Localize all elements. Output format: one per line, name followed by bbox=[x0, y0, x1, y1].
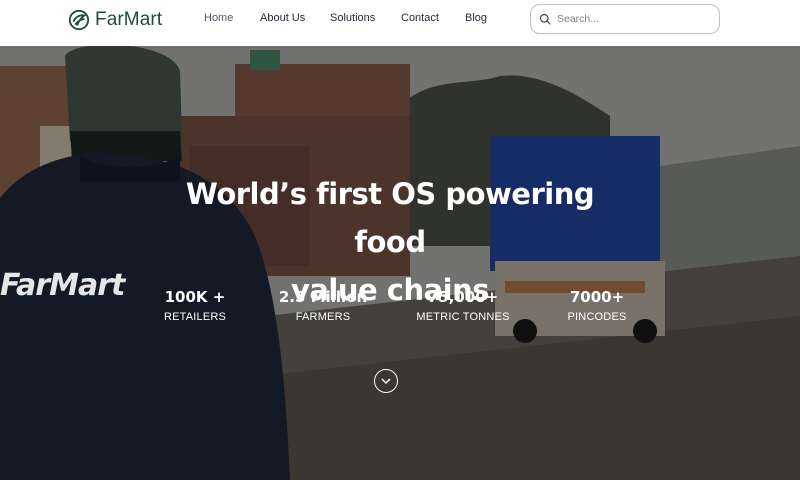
stat-value: 7000+ bbox=[569, 288, 625, 306]
stat-value: 2.5 Million bbox=[278, 288, 368, 306]
hero-title-line-1: World’s first OS powering food bbox=[185, 177, 595, 259]
stat-label: FARMERS bbox=[295, 311, 351, 323]
hero-section: FarMart World’s first OS powering food v… bbox=[0, 46, 800, 480]
stat-value: 100K + bbox=[164, 288, 226, 306]
nav-home[interactable]: Home bbox=[204, 12, 233, 24]
stat-value: 75,000+ bbox=[427, 288, 499, 306]
jacket-logo-text: FarMart bbox=[0, 268, 125, 303]
stat-label: PINCODES bbox=[567, 311, 627, 323]
stat-metric-tonnes: 75,000+ METRIC TONNES bbox=[393, 288, 533, 323]
farmart-logo-icon bbox=[68, 9, 90, 31]
search-icon bbox=[539, 13, 551, 25]
nav-contact[interactable]: Contact bbox=[401, 12, 439, 24]
search-input[interactable] bbox=[557, 13, 707, 25]
search-box[interactable] bbox=[530, 4, 720, 34]
nav-solutions[interactable]: Solutions bbox=[330, 12, 375, 24]
site-header: FarMart Home About Us Solutions Contact … bbox=[0, 0, 800, 46]
stat-pincodes: 7000+ PINCODES bbox=[527, 288, 667, 323]
chevron-down-icon bbox=[381, 378, 391, 385]
logo[interactable]: FarMart bbox=[68, 8, 162, 32]
nav-about-us[interactable]: About Us bbox=[260, 12, 305, 24]
scroll-down-button[interactable] bbox=[374, 369, 398, 393]
stat-farmers: 2.5 Million FARMERS bbox=[253, 288, 393, 323]
brand-name: FarMart bbox=[95, 9, 163, 30]
stat-label: METRIC TONNES bbox=[416, 311, 510, 323]
nav-blog[interactable]: Blog bbox=[465, 12, 487, 24]
stat-retailers: 100K + RETAILERS bbox=[125, 288, 265, 323]
stat-label: RETAILERS bbox=[163, 311, 227, 323]
